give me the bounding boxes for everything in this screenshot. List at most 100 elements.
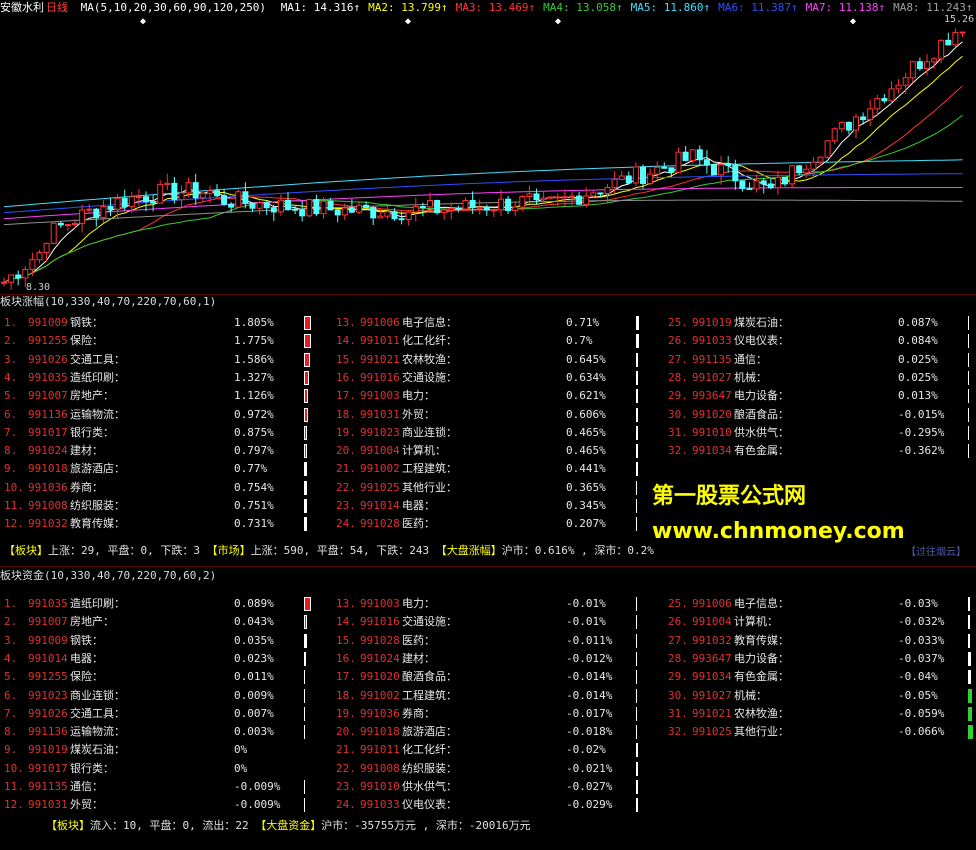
item-name: 教育传媒： xyxy=(734,633,789,647)
chart-period[interactable]: 日线 xyxy=(46,1,68,14)
panel2-title[interactable]: 板块资金(10,330,40,70,220,70,60,2) xyxy=(0,569,216,583)
list-item[interactable]: 24. 991033 仪电仪表： -0.029% xyxy=(336,796,656,814)
list-item[interactable]: 14. 991011 化工化纤： 0.7% xyxy=(336,332,656,350)
list-item[interactable]: 29. 991034 有色金属： -0.04% xyxy=(668,668,976,686)
list-item[interactable]: 17. 991020 酿酒食品： -0.014% xyxy=(336,668,656,686)
list-item[interactable]: 32. 991034 有色金属： -0.362% xyxy=(668,442,976,460)
list-item[interactable]: 26. 991004 计算机： -0.032% xyxy=(668,613,976,631)
up-bar xyxy=(304,725,305,740)
list-item[interactable]: 28. 991027 机械： 0.025% xyxy=(668,369,976,387)
list-item[interactable]: 23. 991014 电器： 0.345% xyxy=(336,497,656,515)
list-item[interactable]: 17. 991003 电力： 0.621% xyxy=(336,387,656,405)
list-item[interactable]: 20. 991004 计算机： 0.465% xyxy=(336,442,656,460)
list-item[interactable]: 12. 991031 外贸： -0.009% xyxy=(4,796,324,814)
list-item[interactable]: 13. 991003 电力： -0.01% xyxy=(336,595,656,613)
list-item[interactable]: 2. 991255 保险： 1.775% xyxy=(4,332,324,350)
list-item[interactable]: 27. 991135 通信： 0.025% xyxy=(668,351,976,369)
list-item[interactable]: 11. 991008 纺织服装： 0.751% xyxy=(4,497,324,515)
list-item[interactable]: 30. 991027 机械： -0.05% xyxy=(668,687,976,705)
list-item[interactable]: 11. 991135 通信： -0.009% xyxy=(4,778,324,796)
list-item[interactable]: 6. 991023 商业连锁： 0.009% xyxy=(4,687,324,705)
list-item[interactable]: 2. 991007 房地产： 0.043% xyxy=(4,613,324,631)
list-item[interactable]: 14. 991016 交通设施： -0.01% xyxy=(336,613,656,631)
list-item[interactable]: 29. 993647 电力设备： 0.013% xyxy=(668,387,976,405)
list-item[interactable]: 32. 991025 其他行业： -0.066% xyxy=(668,723,976,741)
list-item[interactable]: 30. 991020 酿酒食品： -0.015% xyxy=(668,406,976,424)
list-item[interactable]: 22. 991008 纺织服装： -0.021% xyxy=(336,760,656,778)
item-value: 1.126% xyxy=(234,389,274,403)
candle-body xyxy=(157,184,164,204)
item-name: 煤炭石油： xyxy=(734,316,789,329)
item-name: 建材： xyxy=(402,651,435,665)
list-item[interactable]: 1. 991035 造纸印刷： 0.089% xyxy=(4,595,324,613)
author-link[interactable]: 【过往烟云】 xyxy=(906,543,966,558)
list-item[interactable]: 6. 991136 运输物流： 0.972% xyxy=(4,406,324,424)
list-item[interactable]: 9. 991019 煤炭石油： 0% xyxy=(4,741,324,759)
candle-body xyxy=(398,218,405,221)
list-item[interactable]: 25. 991006 电子信息： -0.03% xyxy=(668,595,976,613)
candle-body xyxy=(909,61,916,79)
candle-body xyxy=(206,190,213,194)
item-name: 其他行业： xyxy=(402,480,457,494)
list-item[interactable]: 7. 991026 交通工具： 0.007% xyxy=(4,705,324,723)
list-item[interactable]: 5. 991255 保险： 0.011% xyxy=(4,668,324,686)
panel1-title[interactable]: 板块涨幅(10,330,40,70,220,70,60,1) xyxy=(0,295,216,309)
item-value: -0.027% xyxy=(566,780,613,793)
list-item[interactable]: 4. 991014 电器： 0.023% xyxy=(4,650,324,668)
list-item[interactable]: 20. 991018 旅游酒店： -0.018% xyxy=(336,723,656,741)
item-name: 运输物流： xyxy=(70,407,125,421)
item-name: 房地产： xyxy=(70,389,114,403)
panel2-summary: 【板块】流入：10, 平盘：0, 流出：22 【大盘资金】沪市：-35755万元… xyxy=(46,819,531,832)
list-item[interactable]: 3. 991009 钢铁： 0.035% xyxy=(4,632,324,650)
list-item[interactable]: 15. 991028 医药： -0.011% xyxy=(336,632,656,650)
item-code: 993647 xyxy=(692,389,732,403)
item-code: 991002 xyxy=(360,462,400,476)
down-bar xyxy=(304,798,305,813)
list-item[interactable]: 25. 991019 煤炭石油： 0.087% xyxy=(668,314,976,332)
list-item[interactable]: 10. 991017 银行类： 0% xyxy=(4,760,324,778)
list-item[interactable]: 26. 991033 仪电仪表： 0.084% xyxy=(668,332,976,350)
list-item[interactable]: 31. 991010 供水供气： -0.295% xyxy=(668,424,976,442)
list-item[interactable]: 21. 991011 化工化纤： -0.02% xyxy=(336,741,656,759)
candle-body xyxy=(306,199,313,217)
list-item[interactable]: 10. 991036 券商： 0.754% xyxy=(4,479,324,497)
list-item[interactable]: 23. 991010 供水供气： -0.027% xyxy=(336,778,656,796)
list-item[interactable]: 28. 993647 电力设备： -0.037% xyxy=(668,650,976,668)
list-item[interactable]: 24. 991028 医药： 0.207% xyxy=(336,515,656,533)
list-item[interactable]: 4. 991035 造纸印刷： 1.327% xyxy=(4,369,324,387)
candle-body xyxy=(43,242,50,254)
item-code: 991010 xyxy=(360,780,400,793)
candle-body xyxy=(845,121,852,131)
list-item[interactable]: 7. 991017 银行类： 0.875% xyxy=(4,424,324,442)
list-item[interactable]: 8. 991024 建材： 0.797% xyxy=(4,442,324,460)
list-item[interactable]: 18. 991031 外贸： 0.606% xyxy=(336,406,656,424)
item-code: 991026 xyxy=(28,706,68,720)
item-name: 通信： xyxy=(70,780,103,793)
list-item[interactable]: 13. 991006 电子信息： 0.71% xyxy=(336,314,656,332)
item-rank: 29. xyxy=(668,670,688,684)
up-bar xyxy=(636,352,638,367)
candle-body xyxy=(128,196,135,208)
list-item[interactable]: 27. 991032 教育传媒： -0.033% xyxy=(668,632,976,650)
list-item[interactable]: 12. 991032 教育传媒： 0.731% xyxy=(4,515,324,533)
list-item[interactable]: 22. 991025 其他行业： 0.365% xyxy=(336,479,656,497)
list-item[interactable]: 19. 991023 商业连锁： 0.465% xyxy=(336,424,656,442)
list-item[interactable]: 16. 991016 交通设施： 0.634% xyxy=(336,369,656,387)
kline-chart[interactable]: ◆ ◆ ◆ ◆ xyxy=(0,0,976,300)
item-code: 991136 xyxy=(28,407,68,421)
list-item[interactable]: 16. 991024 建材： -0.012% xyxy=(336,650,656,668)
list-item[interactable]: 15. 991021 农林牧渔： 0.645% xyxy=(336,351,656,369)
list-item[interactable]: 3. 991026 交通工具： 1.586% xyxy=(4,351,324,369)
list-item[interactable]: 9. 991018 旅游酒店： 0.77% xyxy=(4,460,324,478)
list-item[interactable]: 1. 991009 钢铁： 1.805% xyxy=(4,314,324,332)
list-item[interactable]: 18. 991002 工程建筑： -0.014% xyxy=(336,687,656,705)
candle-body xyxy=(57,222,64,226)
list-item[interactable]: 21. 991002 工程建筑： 0.441% xyxy=(336,460,656,478)
list-item[interactable]: 5. 991007 房地产： 1.126% xyxy=(4,387,324,405)
item-code: 991035 xyxy=(28,370,68,384)
list-item[interactable]: 19. 991036 券商： -0.017% xyxy=(336,705,656,723)
down-bar xyxy=(968,651,971,666)
list-item[interactable]: 8. 991136 运输物流： 0.003% xyxy=(4,723,324,741)
item-name: 供水供气： xyxy=(734,425,789,439)
list-item[interactable]: 31. 991021 农林牧渔： -0.059% xyxy=(668,705,976,723)
